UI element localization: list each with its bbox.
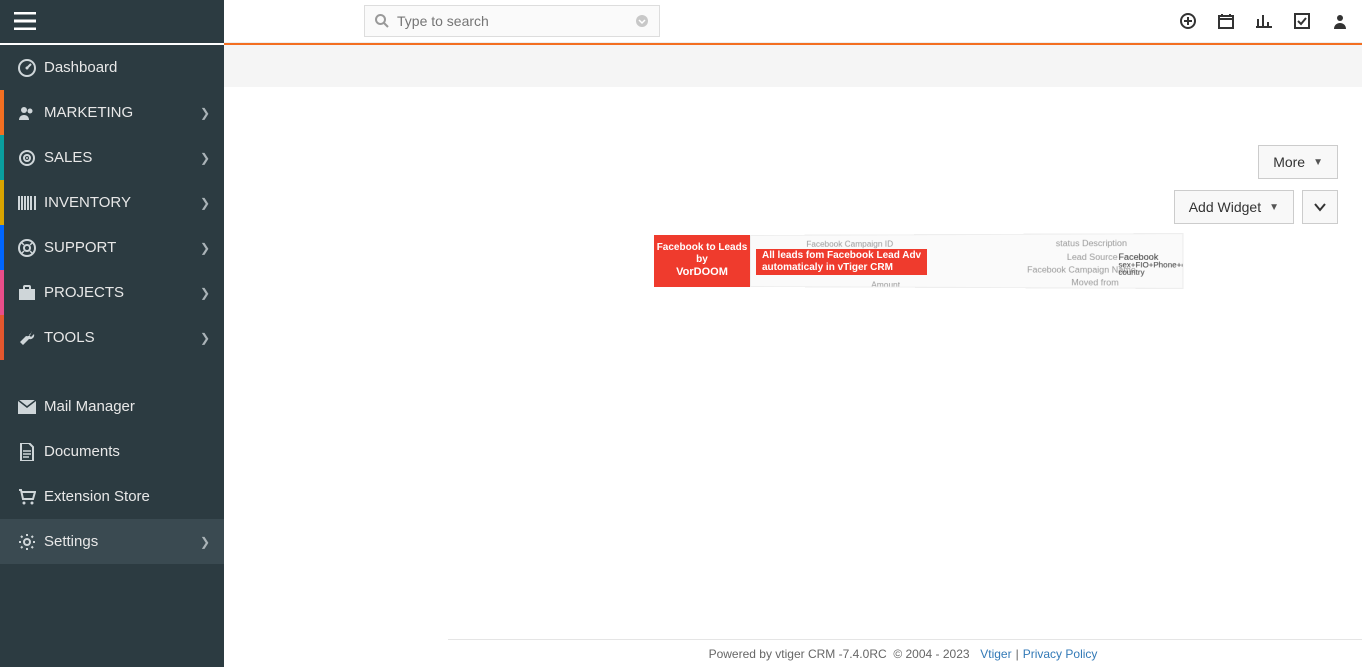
dashboard-icon <box>14 59 40 77</box>
sidebar-label: Extension Store <box>44 488 150 505</box>
expand-button[interactable] <box>1302 190 1338 224</box>
footer-sep: | <box>1016 647 1019 661</box>
footer-link-privacy[interactable]: Privacy Policy <box>1023 647 1098 661</box>
document-icon <box>14 443 40 461</box>
plus-circle-icon[interactable] <box>1180 13 1196 29</box>
group-icon <box>14 104 40 122</box>
sidebar-item-support[interactable]: SUPPORT ❯ <box>0 225 224 270</box>
sidebar-item-projects[interactable]: PROJECTS ❯ <box>0 270 224 315</box>
sidebar-item-dashboard[interactable]: Dashboard <box>0 45 224 90</box>
footer-version: 7.4.0RC <box>843 647 887 661</box>
button-label: More <box>1273 154 1305 170</box>
banner-callout: automaticaly in vTiger CRM <box>762 262 921 274</box>
footer-copyright: © 2004 - 2023 <box>893 647 969 661</box>
sidebar-label: INVENTORY <box>44 194 131 211</box>
chevron-right-icon: ❯ <box>200 535 210 549</box>
banner-brand: Facebook to Leads <box>657 242 748 254</box>
banner-brand: VorDOOM <box>676 266 728 279</box>
banner-callout: All leads fom Facebook Lead Adv <box>762 250 921 262</box>
sidebar-label: Settings <box>44 533 98 550</box>
chevron-right-icon: ❯ <box>200 151 210 165</box>
sidebar-item-documents[interactable]: Documents <box>0 429 224 474</box>
gear-icon <box>14 533 40 551</box>
chevron-down-icon <box>1313 200 1327 214</box>
banner-field-val: sex+FIO+Phone+email+ country <box>1118 263 1183 276</box>
search-input-wrap[interactable] <box>364 5 660 37</box>
briefcase-icon <box>14 285 40 301</box>
sidebar-label: Documents <box>44 443 120 460</box>
footer: Powered by vtiger CRM - 7.4.0RC © 2004 -… <box>448 639 1362 667</box>
sidebar-item-marketing[interactable]: MARKETING ❯ <box>0 90 224 135</box>
chevron-right-icon: ❯ <box>200 196 210 210</box>
promo-banner: Facebook to Leads by VorDOOM Facebook Ca… <box>654 235 1154 287</box>
footer-link-vtiger[interactable]: Vtiger <box>980 647 1011 661</box>
target-icon <box>14 149 40 167</box>
sidebar-item-tools[interactable]: TOOLS ❯ <box>0 315 224 360</box>
sidebar-label: PROJECTS <box>44 284 124 301</box>
sidebar-label: Mail Manager <box>44 398 135 415</box>
user-icon[interactable] <box>1332 13 1348 29</box>
envelope-icon <box>14 400 40 414</box>
search-icon <box>375 14 389 28</box>
lifebuoy-icon <box>14 239 40 257</box>
sidebar-label: TOOLS <box>44 329 95 346</box>
banner-brand: by <box>696 254 708 266</box>
add-widget-button[interactable]: Add Widget ▼ <box>1174 190 1294 224</box>
more-button[interactable]: More ▼ <box>1258 145 1338 179</box>
search-dropdown-icon[interactable] <box>635 14 649 28</box>
button-label: Add Widget <box>1189 199 1261 215</box>
sidebar-item-inventory[interactable]: INVENTORY ❯ <box>0 180 224 225</box>
sidebar-label: Dashboard <box>44 59 117 76</box>
search-input[interactable] <box>397 13 635 29</box>
sidebar-item-sales[interactable]: SALES ❯ <box>0 135 224 180</box>
banner-field: Moved from <box>1071 276 1118 289</box>
chevron-right-icon: ❯ <box>200 106 210 120</box>
caret-down-icon: ▼ <box>1313 157 1323 168</box>
barcode-icon <box>14 196 40 210</box>
sidebar-item-settings[interactable]: Settings ❯ <box>0 519 224 564</box>
checkbox-icon[interactable] <box>1294 13 1310 29</box>
sidebar-label: MARKETING <box>44 104 133 121</box>
chevron-right-icon: ❯ <box>200 286 210 300</box>
calendar-icon[interactable] <box>1218 13 1234 29</box>
sidebar-label: SUPPORT <box>44 239 116 256</box>
sidebar-item-mailmanager[interactable]: Mail Manager <box>0 384 224 429</box>
banner-field: Amount <box>871 278 900 289</box>
banner-field: status Description <box>1056 236 1127 249</box>
hamburger-icon[interactable] <box>14 12 36 30</box>
caret-down-icon: ▼ <box>1269 202 1279 213</box>
chart-icon[interactable] <box>1256 13 1272 29</box>
chevron-right-icon: ❯ <box>200 241 210 255</box>
chevron-right-icon: ❯ <box>200 331 210 345</box>
sidebar-item-extensionstore[interactable]: Extension Store <box>0 474 224 519</box>
wrench-icon <box>14 329 40 347</box>
sidebar-label: SALES <box>44 149 92 166</box>
footer-text: Powered by vtiger CRM - <box>709 647 843 661</box>
banner-field: Lead Source <box>1067 250 1118 263</box>
cart-icon <box>14 489 40 505</box>
